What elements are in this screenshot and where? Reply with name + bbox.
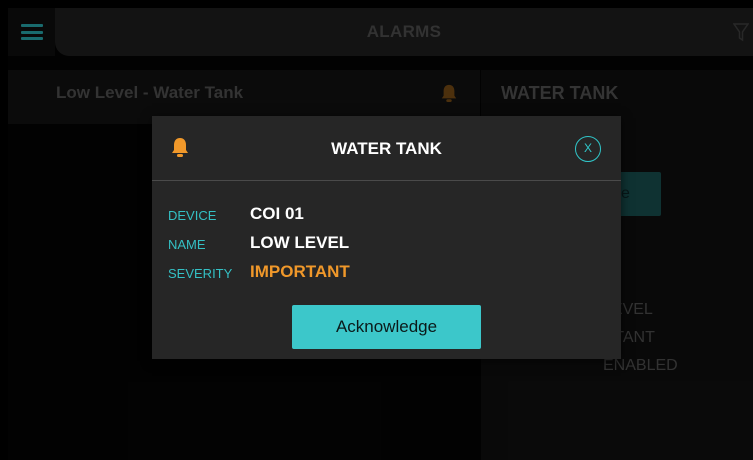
name-value: LOW LEVEL [250,233,350,252]
dialog-header: WATER TANK X [152,116,621,181]
dialog-title: WATER TANK [331,139,442,158]
acknowledge-button[interactable]: Acknowledge [292,305,481,349]
close-button[interactable]: X [575,136,601,162]
device-label: DEVICE [168,208,217,223]
severity-label: SEVERITY [168,266,233,281]
name-label: NAME [168,237,206,252]
alarm-dialog: WATER TANK X DEVICE COI 01 NAME LOW LEVE… [152,116,621,359]
severity-value: IMPORTANT [250,262,350,281]
device-value: COI 01 [250,204,304,223]
close-icon: X [583,141,592,155]
